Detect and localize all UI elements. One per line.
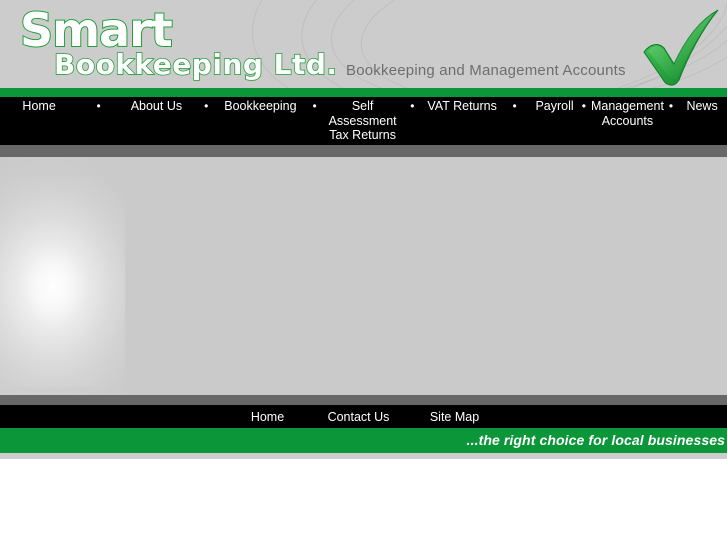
nav-separator: • [512,99,517,113]
header-green-stripe [0,88,727,97]
nav-separator: • [410,99,415,113]
nav-item-self-assessment-tax-returns[interactable]: Self Assessment Tax Returns [327,99,398,143]
green-check-icon [638,8,726,88]
nav-item-home[interactable]: Home [0,99,78,114]
footer-link-contact-us[interactable]: Contact Us [307,410,411,424]
footer-green-bar: ...the right choice for local businesses [0,428,727,453]
footer-link-home[interactable]: Home [229,410,307,424]
nav-item-payroll[interactable]: Payroll [531,99,577,114]
nav-item-management-accounts[interactable]: Management Accounts [590,99,665,128]
logo-line-2: Bookkeeping Ltd. [53,48,338,81]
nav-item-news[interactable]: News [677,99,727,114]
content-glow-image [0,177,125,387]
page-below-fold [0,459,727,545]
nav-item-about-us[interactable]: About Us [119,99,194,114]
site-header: Smart Bookkeeping Ltd. Bookkeeping and M… [0,0,727,88]
nav-separator: • [668,99,674,113]
bottom-divider-bar [0,395,727,405]
main-navigation: Home • About Us • Bookkeeping • Self Ass… [0,97,727,145]
footer-link-site-map[interactable]: Site Map [411,410,499,424]
page-root: Smart Bookkeeping Ltd. Bookkeeping and M… [0,0,727,545]
header-tagline: Bookkeeping and Management Accounts [346,62,626,79]
nav-item-bookkeeping[interactable]: Bookkeeping [219,99,303,114]
top-divider-bar [0,145,727,157]
nav-separator: • [312,99,317,113]
logo-line-1: Smart [19,3,174,57]
main-content-area [0,157,727,395]
footer-slogan: ...the right choice for local businesses [466,432,725,448]
nav-separator: • [96,99,101,113]
footer-navigation: Home Contact Us Site Map [0,405,727,428]
nav-separator: • [204,99,209,113]
site-logo[interactable]: Smart Bookkeeping Ltd. [19,3,338,81]
nav-separator: • [581,99,586,113]
nav-item-vat-returns[interactable]: VAT Returns [427,99,498,114]
